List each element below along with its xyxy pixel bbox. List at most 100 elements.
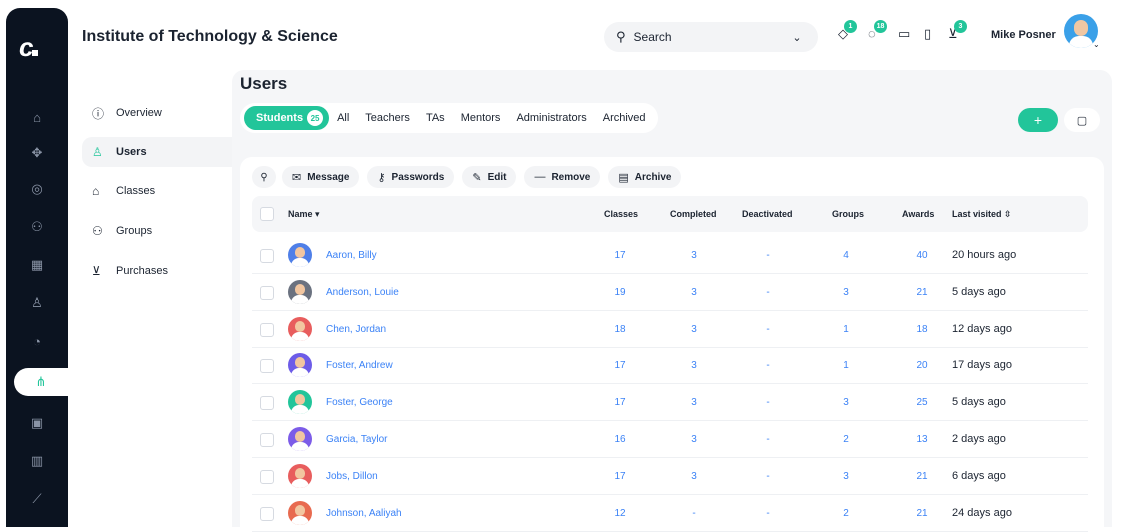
awards-count[interactable]: 20 [902,360,942,371]
classes-count[interactable]: 17 [600,250,640,261]
classes-count[interactable]: 18 [600,324,640,335]
people-icon[interactable]: ⚇ [18,214,56,240]
table-row[interactable]: Chen, Jordan 18 3 - 1 18 12 days ago [252,312,1088,348]
select-all-checkbox[interactable] [260,207,274,221]
completed-count[interactable]: 3 [674,434,714,445]
column-header-deactivated[interactable]: Deactivated [742,209,793,219]
chevron-down-icon[interactable]: ⌄ [1093,40,1100,49]
row-checkbox[interactable] [260,506,274,521]
awards-count[interactable]: 18 [902,324,942,335]
awards-count[interactable]: 25 [902,397,942,408]
table-row[interactable]: Garcia, Taylor 16 3 - 2 13 2 days ago [252,422,1088,458]
awards-count[interactable]: 21 [902,508,942,519]
table-row[interactable]: Foster, George 17 3 - 3 25 5 days ago [252,385,1088,422]
export-button[interactable]: ▢ [1064,108,1100,132]
search-bar[interactable]: ⚲ Search ⌄ [604,22,818,52]
user-name[interactable]: Mike Posner [991,29,1056,41]
table-row[interactable]: Foster, Andrew 17 3 - 1 20 17 days ago [252,348,1088,385]
bell-icon[interactable]: ◇ 1 [838,20,857,42]
tab-tas[interactable]: TAs [418,106,453,130]
groups-count[interactable]: 1 [826,360,866,371]
pie-icon[interactable]: ◔ [18,328,56,354]
column-header-awards[interactable]: Awards [902,209,934,219]
row-checkbox[interactable] [260,322,274,337]
table-row[interactable]: Anderson, Louie 19 3 - 3 21 5 days ago [252,275,1088,311]
column-header-name[interactable]: Name ▾ [288,209,320,220]
column-header-groups[interactable]: Groups [832,209,864,219]
table-row[interactable]: Aaron, Billy 17 3 - 4 40 20 hours ago [252,238,1088,274]
groups-count[interactable]: 3 [826,471,866,482]
calendar-icon[interactable]: ▭ [898,26,910,42]
brand-logo[interactable]: c [19,32,39,63]
passwords-button[interactable]: ⚷ Passwords [367,166,455,188]
row-checkbox[interactable] [260,396,274,411]
classes-count[interactable]: 17 [600,471,640,482]
chat-icon[interactable]: ◌ 18 [868,20,887,41]
tab-archived[interactable]: Archived [595,106,654,130]
groups-count[interactable]: 2 [826,508,866,519]
row-checkbox[interactable] [260,433,274,447]
awards-count[interactable]: 21 [902,287,942,298]
student-name-link[interactable]: Foster, Andrew [326,360,393,371]
groups-count[interactable]: 2 [826,434,866,445]
grid-icon[interactable]: ▦ [18,252,56,278]
tab-mentors[interactable]: Mentors [453,106,509,130]
message-button[interactable]: ✉ Message [282,166,360,188]
search-button[interactable]: ⚲ [252,166,276,188]
row-checkbox[interactable] [260,469,274,484]
groups-count[interactable]: 3 [826,287,866,298]
analytics-icon[interactable]: ⟋ [18,486,56,512]
trash-icon[interactable]: ▯ [924,26,931,42]
column-header-classes[interactable]: Classes [604,209,638,219]
nav-item-groups[interactable]: ⚇ Groups [82,216,244,246]
student-name-link[interactable]: Chen, Jordan [326,324,386,335]
student-name-link[interactable]: Johnson, Aaliyah [326,508,402,519]
table-row[interactable]: Jobs, Dillon 17 3 - 3 21 6 days ago [252,459,1088,495]
nav-item-overview[interactable]: ⓘ Overview [82,98,244,128]
groups-count[interactable]: 3 [826,397,866,408]
student-name-link[interactable]: Jobs, Dillon [326,471,378,482]
tab-administrators[interactable]: Administrators [508,106,594,130]
student-name-link[interactable]: Anderson, Louie [326,287,399,298]
groups-count[interactable]: 4 [826,250,866,261]
classes-count[interactable]: 17 [600,360,640,371]
nav-item-classes[interactable]: ⌂ Classes [82,176,244,206]
completed-count[interactable]: 3 [674,471,714,482]
row-checkbox[interactable] [260,249,274,263]
completed-count[interactable]: 3 [674,250,714,261]
classes-count[interactable]: 12 [600,508,640,519]
completed-count[interactable]: - [674,508,714,519]
awards-count[interactable]: 13 [902,434,942,445]
completed-count[interactable]: 3 [674,324,714,335]
row-checkbox[interactable] [260,359,274,374]
tab-students[interactable]: Students 25 [244,106,330,130]
archive-button[interactable]: ▤ Archive [608,166,682,188]
nav-item-purchases[interactable]: ⊻ Purchases [82,256,244,286]
completed-count[interactable]: 3 [674,360,714,371]
table-row[interactable]: Johnson, Aaliyah 12 - - 2 21 24 days ago [252,496,1088,532]
home-icon[interactable]: ⌂ [18,104,56,130]
awards-count[interactable]: 21 [902,471,942,482]
user-icon[interactable]: ♙ [18,290,56,316]
completed-count[interactable]: 3 [674,397,714,408]
chevron-down-icon[interactable]: ⌄ [788,28,806,46]
calendar-icon[interactable]: ▣ [18,410,56,436]
org-chart-icon[interactable]: ⋔ [14,368,68,396]
edit-button[interactable]: ✎ Edit [462,166,517,188]
classes-count[interactable]: 19 [600,287,640,298]
student-name-link[interactable]: Foster, George [326,397,393,408]
column-header-completed[interactable]: Completed [670,209,717,219]
row-checkbox[interactable] [260,285,274,300]
classes-count[interactable]: 16 [600,434,640,445]
globe-icon[interactable]: ◎ [18,176,56,202]
awards-count[interactable]: 40 [902,250,942,261]
search-input[interactable]: Search [634,30,672,44]
nav-item-users[interactable]: ♙ Users [82,137,250,167]
add-user-button[interactable]: + [1018,108,1058,132]
tab-all[interactable]: All [329,106,357,130]
completed-count[interactable]: 3 [674,287,714,298]
remove-button[interactable]: — Remove [524,166,601,188]
library-icon[interactable]: ▥ [18,448,56,474]
tab-teachers[interactable]: Teachers [357,106,418,130]
cart-icon[interactable]: ⊻ 3 [948,20,967,42]
